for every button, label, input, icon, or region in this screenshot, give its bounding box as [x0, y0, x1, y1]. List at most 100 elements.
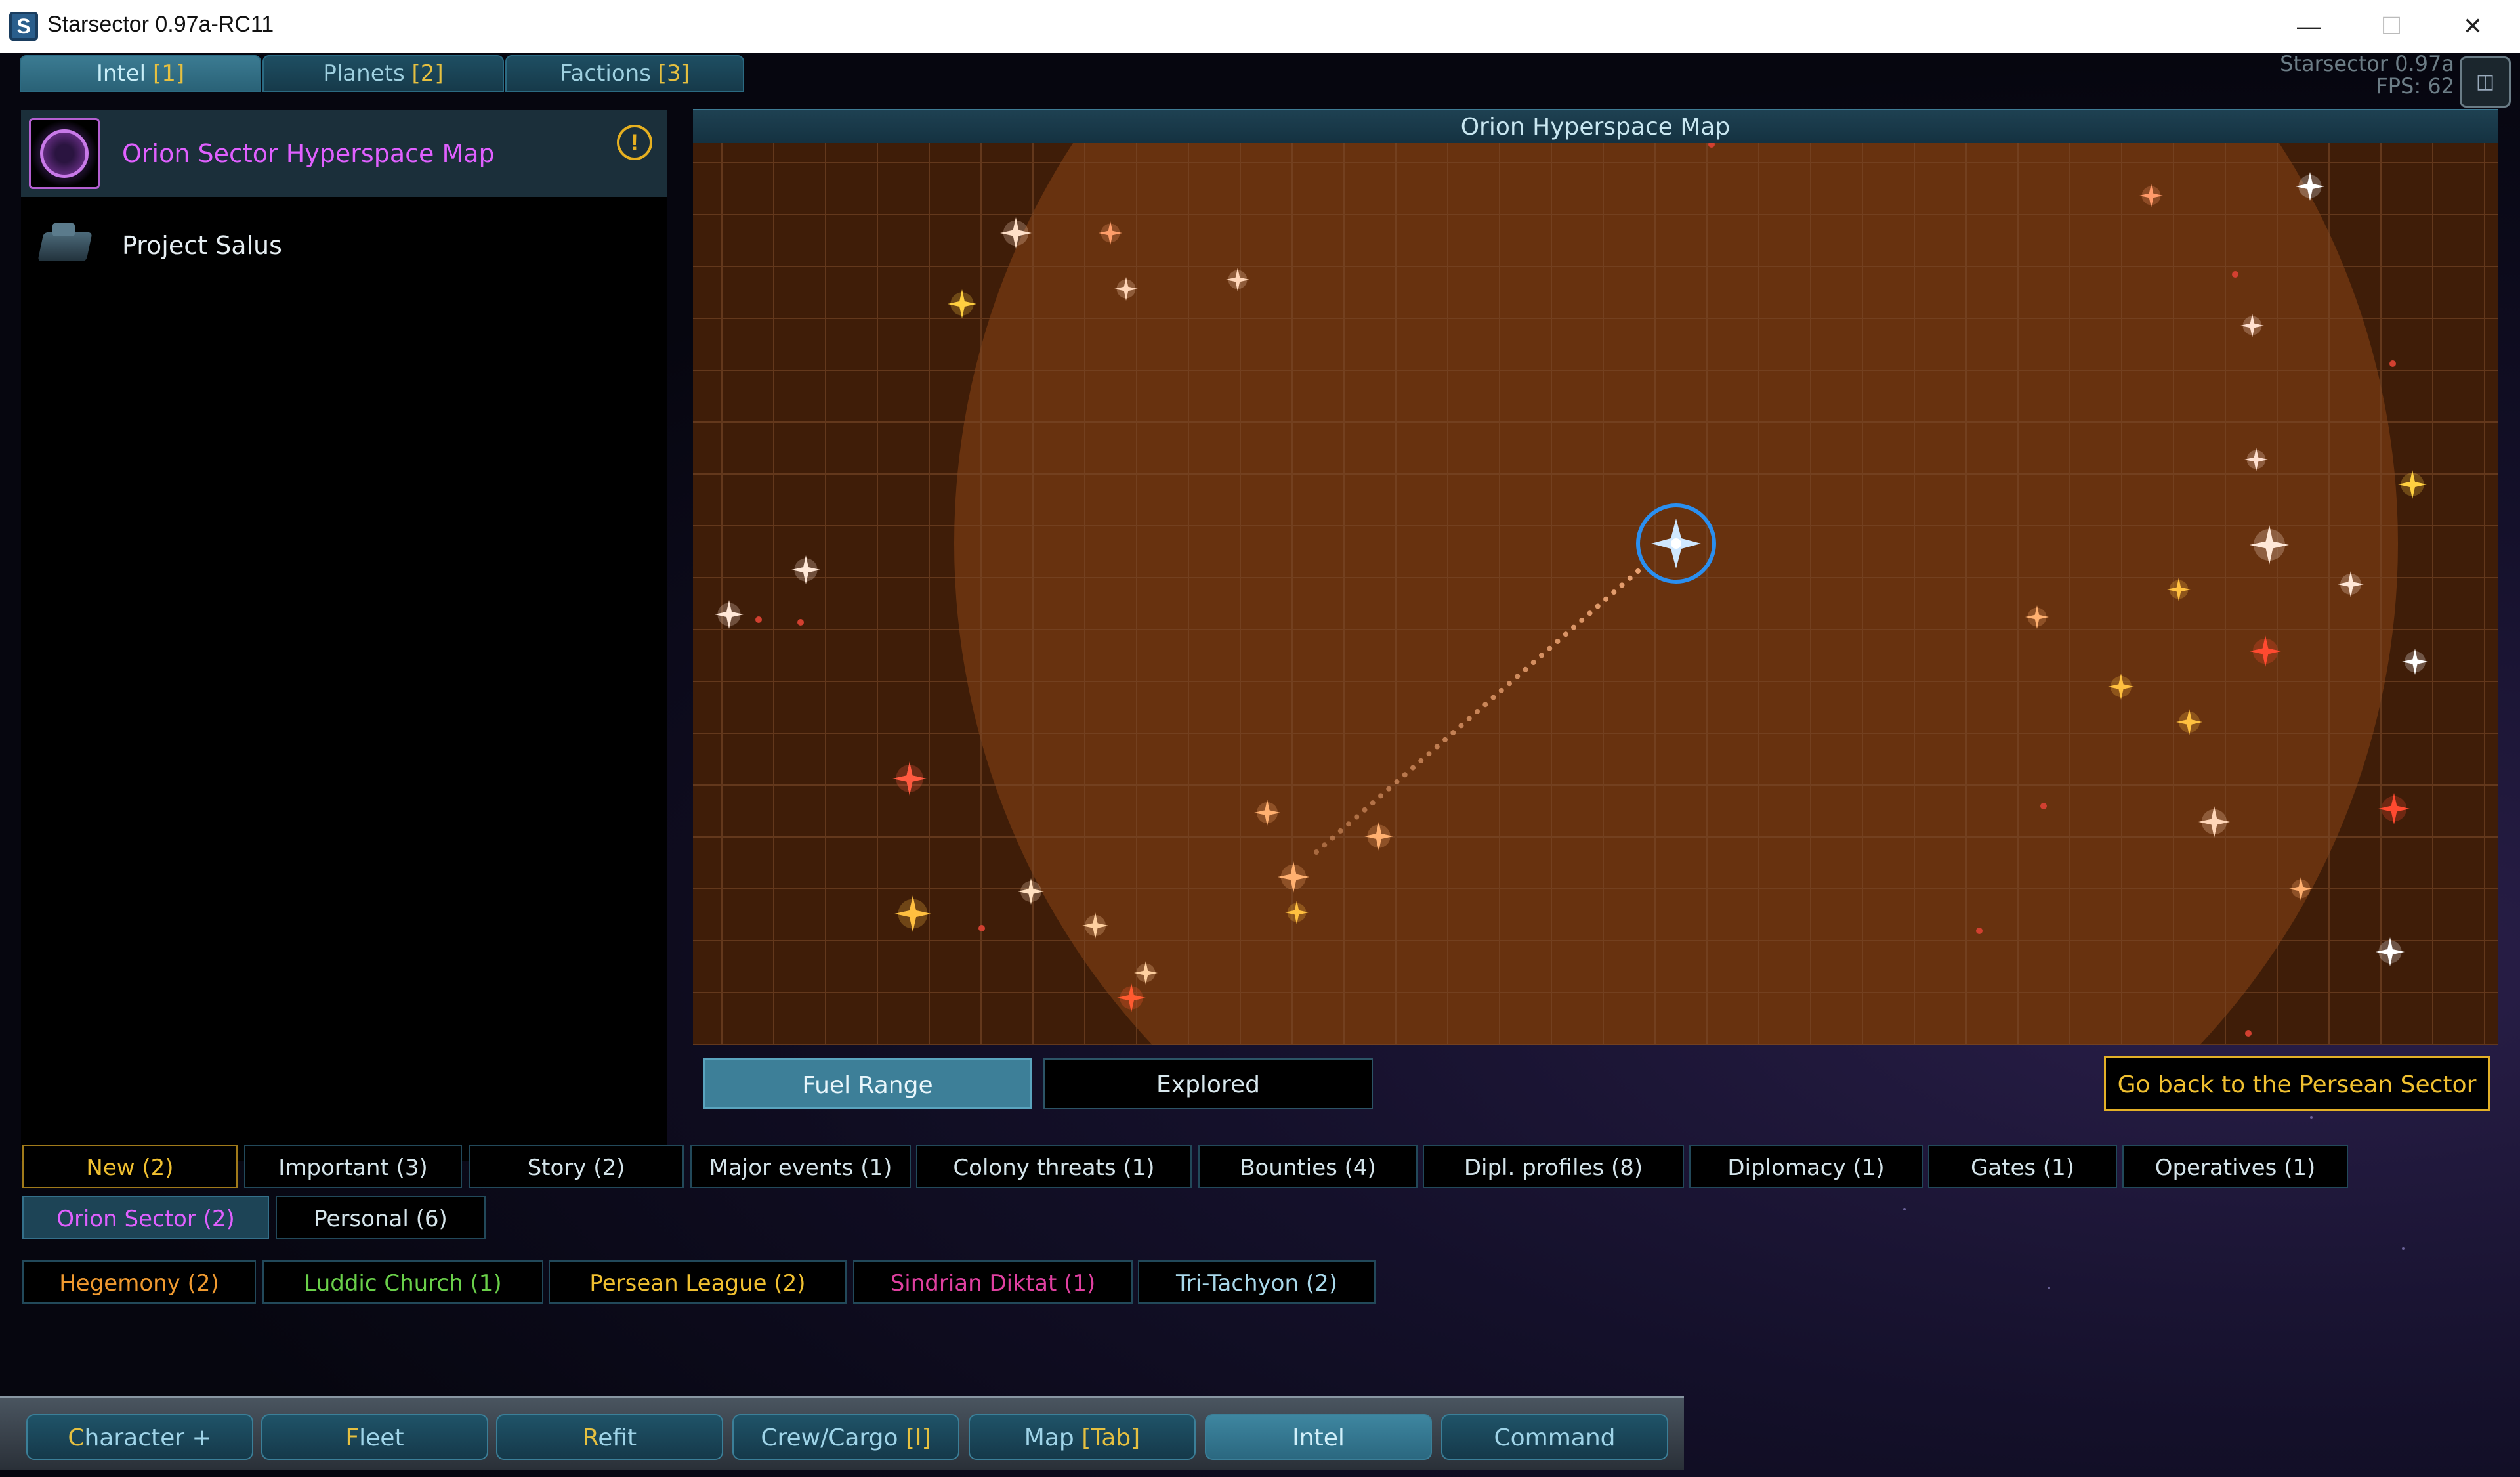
fps-counter-text: FPS: 62: [2376, 74, 2454, 98]
hotkey-letter: R: [582, 1424, 598, 1451]
tab-planets[interactable]: Planets [2]: [262, 55, 504, 92]
intel-item-label: Project Salus: [122, 231, 282, 260]
route-dot: [1402, 772, 1408, 778]
star-marker: [755, 616, 762, 623]
fps-overlay: Starsector 0.97a FPS: 62: [2280, 53, 2454, 97]
filter-tag-label: Personal (6): [314, 1206, 448, 1232]
route-dot: [1595, 603, 1601, 609]
route-dot: [1330, 835, 1335, 841]
faction-tag-label: Tri-Tachyon (2): [1175, 1270, 1337, 1296]
faction-tag-sindrian-diktat[interactable]: Sindrian Diktat (1): [853, 1260, 1133, 1304]
minimize-button[interactable]: —: [2269, 5, 2348, 47]
go-back-button[interactable]: Go back to the Persean Sector: [2104, 1056, 2490, 1111]
filter-tag-dipl-profiles[interactable]: Dipl. profiles (8): [1423, 1145, 1684, 1188]
filter-tag-diplomacy[interactable]: Diplomacy (1): [1689, 1145, 1923, 1188]
bottom-tab-hotkey: [I]: [905, 1424, 931, 1451]
faction-tag-label: Hegemony (2): [59, 1270, 219, 1296]
route-dot: [1458, 723, 1464, 729]
background-star: [2310, 1116, 2313, 1119]
filter-tag-orion-sector[interactable]: Orion Sector (2): [22, 1196, 269, 1239]
tab-intel-bottom[interactable]: Intel: [1205, 1414, 1432, 1460]
route-dot: [1482, 702, 1488, 708]
filter-tag-label: Operatives (1): [2154, 1155, 2316, 1181]
tab-factions-label: Factions: [560, 60, 658, 87]
tab-intel[interactable]: Intel [1]: [20, 55, 261, 92]
tab-command[interactable]: Command: [1441, 1414, 1668, 1460]
hyperspace-map-icon: [29, 118, 100, 189]
filter-tag-label: Orion Sector (2): [56, 1206, 235, 1232]
filter-tag-personal[interactable]: Personal (6): [276, 1196, 486, 1239]
filter-tag-label: Dipl. profiles (8): [1463, 1155, 1643, 1181]
route-dot: [1635, 568, 1641, 574]
filter-tag-gates[interactable]: Gates (1): [1928, 1145, 2117, 1188]
filter-tag-major-events[interactable]: Major events (1): [690, 1145, 911, 1188]
route-dot: [1498, 687, 1504, 693]
filter-tag-label: Major events (1): [709, 1155, 892, 1181]
route-dot: [1337, 828, 1343, 834]
star-marker: [797, 619, 804, 626]
tab-factions[interactable]: Factions [3]: [505, 55, 744, 92]
bottom-tab-label: efit: [598, 1424, 637, 1451]
faction-tag-hegemony[interactable]: Hegemony (2): [22, 1260, 256, 1304]
route-dot: [1579, 617, 1585, 623]
route-dot: [1370, 800, 1376, 806]
route-dot: [1314, 849, 1319, 855]
route-dot: [1386, 786, 1392, 792]
tab-intel-label: Intel: [96, 60, 153, 87]
faction-tag-luddic-church[interactable]: Luddic Church (1): [262, 1260, 543, 1304]
tab-map[interactable]: Map [Tab]: [969, 1414, 1196, 1460]
filter-tag-story[interactable]: Story (2): [469, 1145, 684, 1188]
star-marker: [2389, 360, 2396, 367]
route-dot: [1490, 695, 1496, 700]
intel-item-project-salus[interactable]: Project Salus: [21, 202, 667, 289]
bottom-tab-suffix: +: [184, 1424, 212, 1451]
route-dot: [1322, 842, 1328, 848]
filter-tag-bounties[interactable]: Bounties (4): [1198, 1145, 1418, 1188]
route-dot: [1442, 737, 1448, 742]
window-titlebar: S Starsector 0.97a-RC11 — ☐ ✕: [0, 0, 2520, 53]
route-dot: [1418, 758, 1424, 763]
fuel-range-button[interactable]: Fuel Range: [704, 1058, 1032, 1109]
filter-tag-operatives[interactable]: Operatives (1): [2122, 1145, 2348, 1188]
route-dot: [1434, 744, 1440, 750]
hyperspace-map[interactable]: [693, 143, 2498, 1045]
fps-version-text: Starsector 0.97a: [2280, 53, 2454, 76]
filter-tag-label: Bounties (4): [1240, 1155, 1376, 1181]
bottom-tab-label: Crew/Cargo: [761, 1424, 906, 1451]
faction-tag-persean-league[interactable]: Persean League (2): [549, 1260, 847, 1304]
route-dot: [1587, 610, 1593, 616]
route-dot: [1627, 575, 1633, 581]
map-canvas: [693, 143, 2498, 1045]
bottom-tab-label: Map: [1024, 1424, 1082, 1451]
close-button[interactable]: ✕: [2433, 5, 2512, 47]
filter-tag-new[interactable]: New (2): [22, 1145, 238, 1188]
route-dot: [1571, 624, 1576, 630]
background-star: [2402, 1247, 2404, 1250]
screenshot-icon[interactable]: ◫: [2460, 56, 2511, 108]
tab-fleet[interactable]: Fleet: [261, 1414, 488, 1460]
route-dot: [1530, 660, 1536, 666]
explored-button[interactable]: Explored: [1043, 1058, 1373, 1109]
starsector-app-icon: S: [9, 12, 38, 41]
maximize-button[interactable]: ☐: [2352, 5, 2431, 47]
filter-tag-label: Colony threats (1): [953, 1155, 1155, 1181]
tab-character[interactable]: Character +: [26, 1414, 253, 1460]
route-dot: [1507, 681, 1512, 687]
intel-item-orion-map[interactable]: Orion Sector Hyperspace Map !: [21, 110, 667, 197]
tab-factions-count: [3]: [658, 60, 690, 87]
ship-icon: [29, 210, 100, 281]
tab-refit[interactable]: Refit: [496, 1414, 723, 1460]
important-alert-icon: !: [617, 125, 652, 160]
intel-item-label: Orion Sector Hyperspace Map: [122, 139, 495, 168]
route-dot: [1611, 589, 1617, 595]
filter-tag-colony-threats[interactable]: Colony threats (1): [916, 1145, 1192, 1188]
window-title: Starsector 0.97a-RC11: [47, 12, 274, 37]
filter-tag-label: Important (3): [278, 1155, 428, 1181]
star-marker: [2232, 271, 2238, 278]
bottom-tab-label: leet: [359, 1424, 404, 1451]
tab-crew-cargo[interactable]: Crew/Cargo [I]: [732, 1414, 959, 1460]
faction-tag-tri-tachyon[interactable]: Tri-Tachyon (2): [1138, 1260, 1376, 1304]
filter-tag-label: Story (2): [527, 1155, 625, 1181]
filter-tag-important[interactable]: Important (3): [244, 1145, 462, 1188]
game-viewport: Intel [1] Planets [2] Factions [3] Stars…: [0, 53, 2520, 1477]
